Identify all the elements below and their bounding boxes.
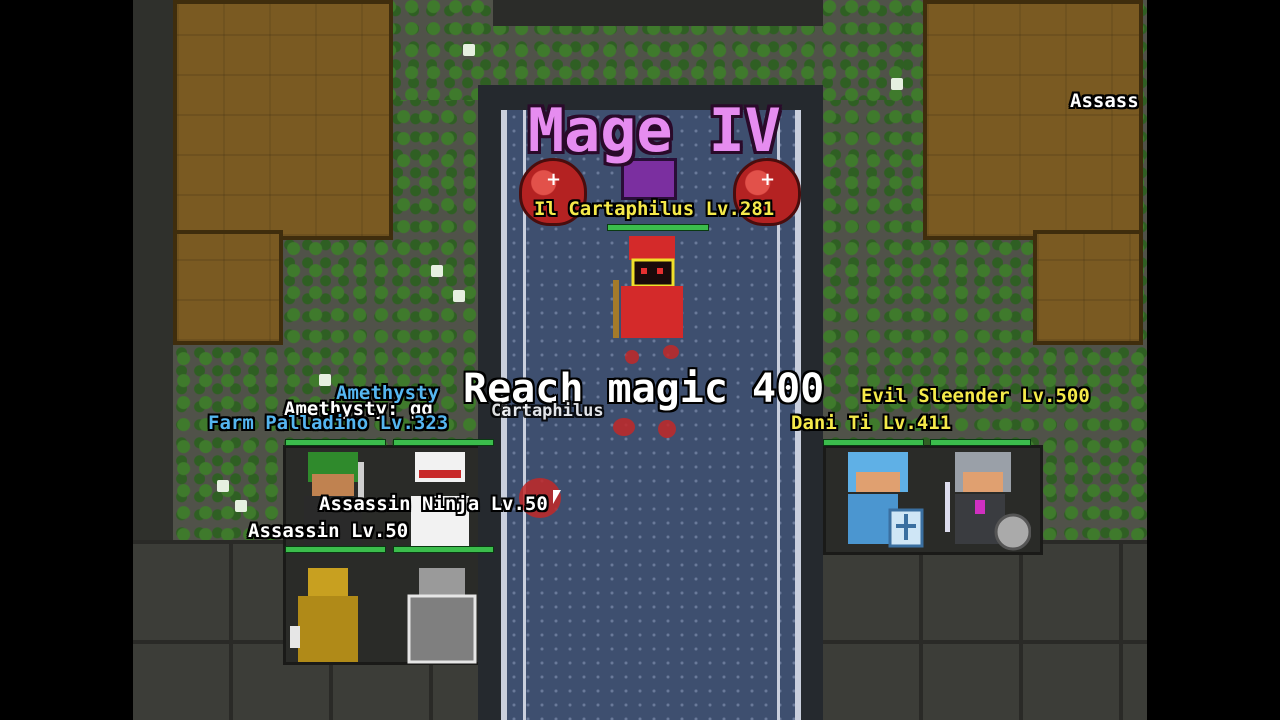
top-gate [493, 0, 823, 26]
player-name-evil-sleender[interactable]: Evil Sleender Lv.500 [861, 385, 1090, 407]
grey-hooded-sprite[interactable] [401, 568, 483, 664]
bush-5 [319, 374, 331, 386]
player-name-assassin[interactable]: Assassin Lv.50 [248, 520, 408, 542]
hp-bar-dani [823, 439, 924, 446]
mage-player-sprite[interactable] [611, 236, 693, 340]
player-name-dani[interactable]: Dani Ti Lv.411 [791, 412, 951, 434]
mouse-cursor-icon [553, 490, 561, 504]
bush-2 [891, 78, 903, 90]
blood-splatter-4 [658, 420, 676, 438]
knight-evil-sprite[interactable] [941, 452, 1031, 554]
yellow-hooded-sprite[interactable] [290, 568, 368, 664]
player-name-assassin-ninja[interactable]: Assassin Ninja Lv.50 [319, 493, 548, 515]
hp-bar-farm [285, 439, 386, 446]
dirt-patch-right-lower [1033, 230, 1143, 345]
blood-splatter-2 [663, 345, 679, 359]
bush-4 [453, 290, 465, 302]
bush-1 [463, 44, 475, 56]
bush-3 [431, 265, 443, 277]
dirt-patch-left [173, 0, 393, 240]
floor-right-room [823, 540, 1147, 720]
bush-7 [235, 500, 247, 512]
hp-bar-evil [930, 439, 1031, 446]
knight-dani-sprite[interactable] [838, 452, 924, 554]
class-title: Mage IV [528, 96, 781, 166]
hp-bar-amethysty [393, 439, 494, 446]
game-viewport[interactable]: Mage IV Il Cartaphilus Lv.281 Amethysty … [133, 0, 1147, 720]
player-name-farm[interactable]: Farm Palladino Lv.323 [208, 412, 448, 434]
hp-bar-mage [607, 224, 709, 231]
bush-6 [217, 480, 229, 492]
hp-bar-ninja [393, 546, 494, 553]
player-name-cartaphilus-echo: Cartaphilus [491, 401, 604, 421]
dirt-patch-left-lower [173, 230, 283, 345]
hp-bar-assassin [285, 546, 386, 553]
player-name-offscreen[interactable]: Assass [1070, 90, 1139, 112]
blood-splatter-1 [625, 350, 639, 364]
dirt-patch-right [923, 0, 1143, 240]
player-name-mage[interactable]: Il Cartaphilus Lv.281 [534, 198, 774, 220]
blood-splatter-3 [613, 418, 635, 436]
